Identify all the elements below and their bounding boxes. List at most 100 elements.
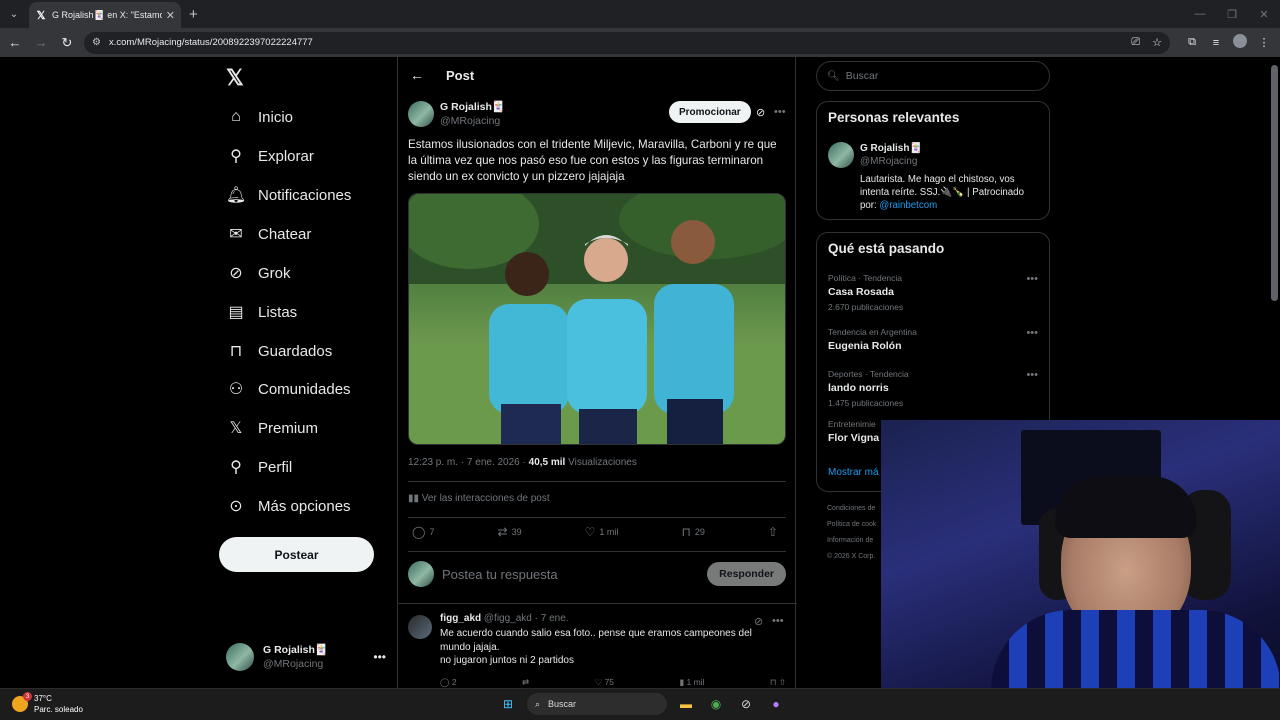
bookmark-action[interactable]: ⊓ 29: [681, 525, 704, 539]
footer-link[interactable]: Política de cook: [827, 521, 876, 528]
weather-icon: 3: [12, 692, 32, 712]
maximize-icon[interactable]: ❐: [1216, 0, 1248, 28]
app-icon[interactable]: ●: [765, 693, 787, 715]
view-interactions-link[interactable]: ▮▮ Ver las interacciones de post: [408, 493, 550, 504]
trend-item[interactable]: Política · Tendencia Casa Rosada 2.670 pub…: [828, 273, 1038, 312]
avatar: [408, 615, 432, 639]
nav-item-grok[interactable]: ⊘ Grok: [226, 261, 290, 285]
more-icon[interactable]: •••: [774, 106, 786, 118]
like-action[interactable]: ♡ 1 mil: [585, 525, 619, 539]
trend-count: 2.670 publicaciones: [828, 302, 904, 312]
reload-icon[interactable]: ↻: [56, 32, 78, 54]
trend-item[interactable]: Deportes · Tendencia lando norris 1.475 pu…: [828, 369, 1038, 408]
menu-icon[interactable]: ⋮: [1252, 36, 1276, 49]
views-count: 1 mil: [686, 677, 705, 687]
back-icon[interactable]: ←: [4, 32, 26, 54]
more-icon[interactable]: •••: [373, 650, 386, 664]
grok-icon[interactable]: ⊘: [756, 106, 765, 119]
media-icon[interactable]: ≡: [1204, 37, 1228, 49]
post-meta: 12:23 p. m. · 7 ene. 2026 · 40,5 mil Vis…: [408, 457, 637, 468]
reply-input[interactable]: Postea tu respuesta: [442, 567, 707, 582]
trend-name: lando norris: [828, 382, 889, 394]
x-icon: 𝕏: [229, 420, 243, 437]
repost-action[interactable]: ⇄: [522, 677, 529, 688]
nav-item-inicio[interactable]: ⌂ Inicio: [226, 105, 293, 129]
tab-search-chevron-icon[interactable]: ⌄: [5, 5, 23, 23]
file-explorer-icon[interactable]: ▬: [675, 693, 697, 715]
nav-item-listas[interactable]: ▤ Listas: [226, 300, 297, 324]
post-image[interactable]: [408, 193, 786, 445]
grok-app-icon[interactable]: ⊘: [735, 693, 757, 715]
reply-button[interactable]: Responder: [707, 562, 786, 586]
trend-item[interactable]: Tendencia en Argentina Eugenia Rolón •••: [828, 327, 1038, 352]
bell-icon: 🔔︎: [225, 187, 247, 204]
site-info-icon[interactable]: ⚙: [92, 37, 101, 48]
share-icon: ⇧: [767, 525, 778, 539]
nav-item-más-opciones[interactable]: ⊙ Más opciones: [226, 494, 350, 518]
nav-item-perfil[interactable]: ⚲ Perfil: [226, 455, 292, 479]
new-tab-icon[interactable]: +: [189, 6, 198, 23]
forward-icon[interactable]: →: [30, 32, 52, 54]
post-button[interactable]: Postear: [219, 537, 374, 572]
nav-item-label: Comunidades: [258, 380, 351, 398]
taskbar-search[interactable]: ⌕ Buscar: [527, 693, 667, 715]
webcam-overlay: [881, 420, 1280, 720]
bookmark-star-icon[interactable]: ☆: [1152, 36, 1162, 49]
nav-item-premium[interactable]: 𝕏 Premium: [226, 416, 318, 440]
rel-bio: Lautarista. Me hago el chistoso, vos int…: [860, 173, 1035, 212]
nav-item-notificaciones[interactable]: 🔔︎ Notificaciones: [225, 183, 352, 207]
nav-item-label: Guardados: [258, 342, 333, 360]
back-arrow-icon[interactable]: ←: [410, 67, 424, 83]
post-author[interactable]: G Rojalish🃏 @MRojacing: [408, 100, 505, 128]
bookmark-action[interactable]: ⊓ ⇧: [770, 677, 786, 688]
show-more-link[interactable]: Mostrar má: [828, 467, 879, 478]
reply-composer: Postea tu respuesta Responder: [408, 561, 786, 587]
notification-badge: 3: [23, 692, 32, 701]
relevant-people-card: Personas relevantes G Rojalish🃏 @MRojaci…: [816, 101, 1050, 220]
people-icon: ⚇: [228, 381, 244, 398]
more-icon[interactable]: •••: [1026, 369, 1038, 381]
profile-icon[interactable]: [1228, 34, 1252, 51]
relevant-person[interactable]: G Rojalish🃏 @MRojacing: [828, 142, 922, 168]
trend-name: Casa Rosada: [828, 286, 894, 298]
repost-action[interactable]: ⇄ 39: [498, 525, 522, 539]
footer-link[interactable]: © 2026 X Corp.: [827, 553, 875, 560]
reply-action[interactable]: ◯ 7: [412, 525, 434, 539]
close-tab-icon[interactable]: ✕: [166, 9, 175, 22]
nav-item-comunidades[interactable]: ⚇ Comunidades: [226, 377, 351, 401]
promote-button[interactable]: Promocionar: [669, 101, 751, 123]
rel-bio-link[interactable]: @rainbetcom: [879, 200, 937, 211]
scrollbar[interactable]: [1271, 65, 1278, 301]
account-switcher[interactable]: G Rojalish🃏 @MRojacing •••: [226, 643, 386, 671]
footer-link[interactable]: Condiciones de: [827, 505, 875, 512]
divider: [408, 517, 786, 518]
more-icon[interactable]: •••: [772, 615, 784, 627]
like-action[interactable]: ♡ 75: [595, 677, 614, 688]
nav-item-chatear[interactable]: ✉ Chatear: [226, 222, 311, 246]
search-icon: 🔍︎: [827, 70, 840, 82]
x-logo-icon[interactable]: 𝕏: [226, 65, 244, 91]
minimize-icon[interactable]: —: [1184, 0, 1216, 28]
views-action[interactable]: ▮ 1 mil: [679, 677, 704, 688]
browser-tab[interactable]: 𝕏 G Rojalish🃏 en X: "Estamos ilusi ✕: [29, 2, 181, 28]
nav-item-explorar[interactable]: ⚲ Explorar: [226, 144, 314, 168]
share-action[interactable]: ⇧: [768, 525, 782, 539]
more-icon[interactable]: •••: [1026, 327, 1038, 339]
extensions-icon[interactable]: ⧉: [1180, 36, 1204, 49]
footer-link[interactable]: Información de: [827, 537, 873, 544]
close-window-icon[interactable]: ✕: [1248, 0, 1280, 28]
avatar: [226, 643, 254, 671]
chrome-icon[interactable]: ◉: [705, 693, 727, 715]
weather-widget[interactable]: 3 37°C Parc. soleado: [12, 692, 83, 715]
more-icon[interactable]: •••: [1026, 273, 1038, 285]
address-bar[interactable]: ⚙ x.com/MRojacing/status/200892239702222…: [84, 31, 1170, 54]
start-icon[interactable]: ⊞: [497, 693, 519, 715]
grok-icon: ⊘: [229, 265, 243, 282]
reply-action[interactable]: ◯ 2: [440, 677, 457, 688]
search-input[interactable]: 🔍︎ Buscar: [816, 61, 1050, 91]
webcam-hair: [1055, 476, 1197, 538]
divider: [398, 603, 797, 604]
divider: [408, 481, 786, 482]
nav-item-guardados[interactable]: ⊓ Guardados: [226, 339, 332, 363]
cast-icon[interactable]: ⎚: [1131, 36, 1140, 49]
